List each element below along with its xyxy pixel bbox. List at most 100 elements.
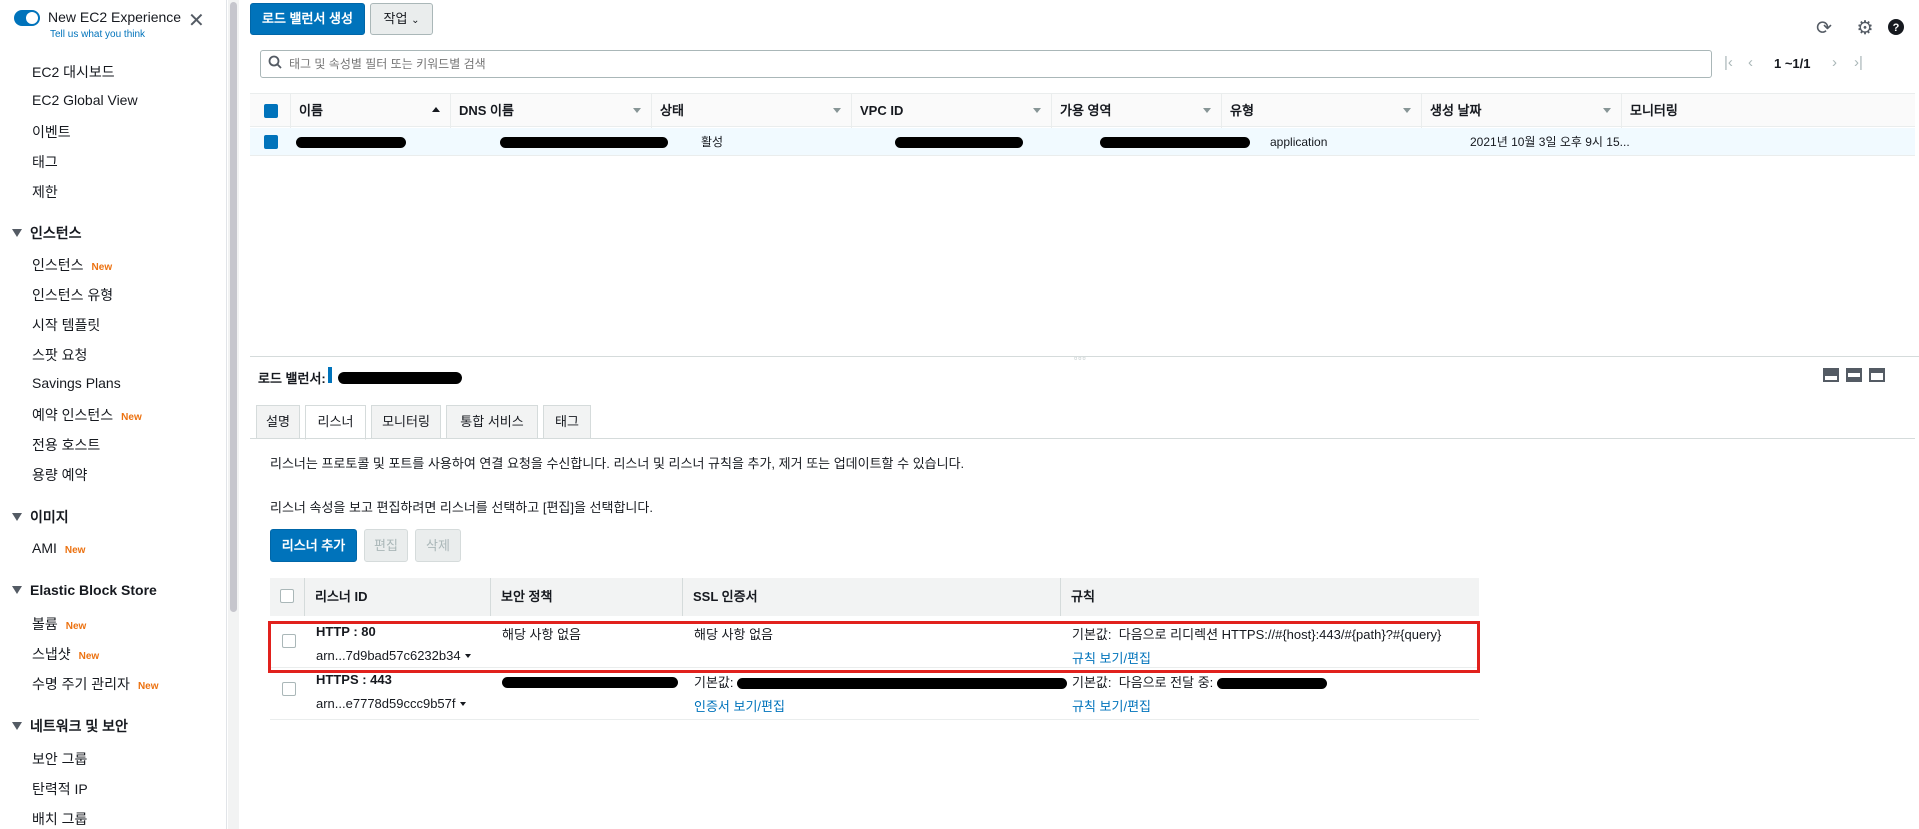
nav-launch-templates[interactable]: 시작 템플릿 [32,315,100,335]
last-page-icon[interactable]: ›| [1854,54,1863,71]
nav-section-images[interactable]: 이미지 [12,507,69,527]
search-input[interactable] [289,55,1689,73]
nav-lifecycle-manager[interactable]: 수명 주기 관리자 New [32,674,159,694]
nav-item-label: 볼륨 [32,616,58,632]
help-icon[interactable]: ? [1885,18,1907,40]
column-label: 상태 [660,103,684,118]
layout-full-icon[interactable] [1869,368,1885,382]
nav-ec2-global-view[interactable]: EC2 Global View [32,92,138,108]
chevron-down-icon: ⌄ [411,15,420,26]
refresh-icon[interactable]: ⟳ [1813,18,1835,40]
column-state[interactable]: 상태 [651,94,851,128]
listener-arn[interactable]: arn...e7778d59ccc9b57f [316,696,466,711]
listener-column-policy: 보안 정책 [490,578,682,616]
nav-item-label: AMI [32,540,57,556]
nav-events[interactable]: 이벤트 [32,122,71,142]
nav-section-ebs[interactable]: Elastic Block Store [12,582,157,598]
tab-description[interactable]: 설명 [256,405,300,439]
nav-volumes[interactable]: 볼륨 New [32,614,86,634]
drag-handle-icon[interactable]: ▫▫▫ [1074,353,1087,363]
nav-section-network[interactable]: 네트워크 및 보안 [12,716,128,736]
layout-bottom-icon[interactable] [1823,368,1839,382]
column-label: VPC ID [860,103,904,118]
nav-reserved-instances[interactable]: 예약 인스턴스 New [32,405,142,425]
nav-placement-groups[interactable]: 배치 그룹 [32,809,87,829]
column-vpc[interactable]: VPC ID [851,94,1051,128]
listener-column-rules: 규칙 [1060,578,1479,616]
column-az[interactable]: 가용 영역 [1051,94,1221,128]
listener-select-header [270,578,304,616]
table-row[interactable]: 활성 application 2021년 10월 3일 오후 9시 15... [250,128,1915,156]
sidebar: New EC2 Experience Tell us what you thin… [0,0,227,829]
listener-rule: 기본값: 다음으로 전달 중: [1072,672,1327,691]
column-created[interactable]: 생성 날짜 [1421,94,1621,128]
nav-section-instances[interactable]: 인스턴스 [12,223,82,243]
nav-section-label: 이미지 [30,509,69,525]
next-page-icon[interactable]: › [1832,54,1837,71]
view-edit-rules-link[interactable]: 규칙 보기/편집 [1072,696,1151,715]
nav-instances[interactable]: 인스턴스 New [32,255,112,275]
column-type[interactable]: 유형 [1221,94,1421,128]
new-experience-toggle[interactable] [14,10,40,26]
target-redacted [1216,678,1327,690]
nav-security-groups[interactable]: 보안 그룹 [32,749,87,769]
column-dns[interactable]: DNS 이름 [450,94,651,128]
listener-checkbox[interactable] [282,682,296,696]
rule-text: 다음으로 전달 중: [1118,675,1214,690]
nav-savings-plans[interactable]: Savings Plans [32,375,121,391]
filter-search-box[interactable] [260,50,1712,78]
select-all-checkbox[interactable] [264,104,278,118]
column-name[interactable]: 이름 [290,94,450,128]
sort-icon [1203,108,1211,113]
nav-elastic-ips[interactable]: 탄력적 IP [32,779,88,799]
column-label: 모니터링 [1630,103,1678,118]
new-badge: New [65,621,87,632]
layout-split-icon[interactable] [1846,368,1862,382]
nav-limits[interactable]: 제한 [32,182,58,202]
sort-asc-icon [432,107,440,112]
tab-integrated-services[interactable]: 통합 서비스 [446,405,538,439]
cert-redacted [737,678,1068,690]
tab-tags[interactable]: 태그 [543,405,591,439]
sidebar-scrollbar[interactable] [228,0,239,829]
column-label: 이름 [299,103,323,118]
lb-table-header: 이름 DNS 이름 상태 VPC ID 가용 영역 유형 생성 날짜 모니터링 [250,93,1915,128]
tab-listeners[interactable]: 리스너 [305,405,366,440]
listener-column-id: 리스너 ID [304,578,490,616]
nav-spot-requests[interactable]: 스팟 요청 [32,345,87,365]
column-label: 생성 날짜 [1430,103,1482,118]
detail-lb-name-redacted [338,372,462,384]
scrollbar-thumb[interactable] [230,2,237,612]
nav-item-label: 예약 인스턴스 [32,407,114,423]
nav-ami[interactable]: AMI New [32,540,85,556]
view-edit-cert-link[interactable]: 인증서 보기/편집 [694,696,785,715]
nav-dedicated-hosts[interactable]: 전용 호스트 [32,435,100,455]
cert-prefix: 기본값: [694,675,734,690]
create-load-balancer-button[interactable]: 로드 밸런서 생성 [250,3,365,35]
first-page-icon[interactable]: |‹ [1724,54,1733,71]
actions-button[interactable]: 작업 ⌄ [370,3,433,35]
listener-row-https[interactable]: HTTPS : 443 arn...e7778d59ccc9b57f 기본값: … [270,668,1479,720]
add-listener-button[interactable]: 리스너 추가 [270,529,357,562]
gear-icon[interactable]: ⚙ [1854,18,1876,40]
close-icon[interactable]: ✕ [188,11,205,31]
prev-page-icon[interactable]: ‹ [1748,54,1753,71]
nav-capacity-reservations[interactable]: 용량 예약 [32,465,87,485]
new-badge: New [78,651,100,662]
column-monitoring[interactable]: 모니터링 [1621,94,1731,128]
row-checkbox[interactable] [264,135,278,149]
listener-select-all-checkbox[interactable] [280,589,294,603]
nav-instance-types[interactable]: 인스턴스 유형 [32,285,113,305]
delete-button[interactable]: 삭제 [415,529,461,562]
nav-ec2-dashboard[interactable]: EC2 대시보드 [32,62,115,82]
nav-item-label: 스냅샷 [32,646,71,662]
nav-snapshots[interactable]: 스냅샷 New [32,644,99,664]
tab-monitoring[interactable]: 모니터링 [371,405,441,439]
page-range: 1 ~1/1 [1774,56,1811,71]
feedback-link[interactable]: Tell us what you think [50,29,145,40]
actions-label: 작업 [383,11,408,26]
nav-tags[interactable]: 태그 [32,152,58,172]
lb-type: application [1270,135,1328,149]
listener-policy-redacted [502,674,678,689]
edit-button[interactable]: 편집 [364,529,408,562]
